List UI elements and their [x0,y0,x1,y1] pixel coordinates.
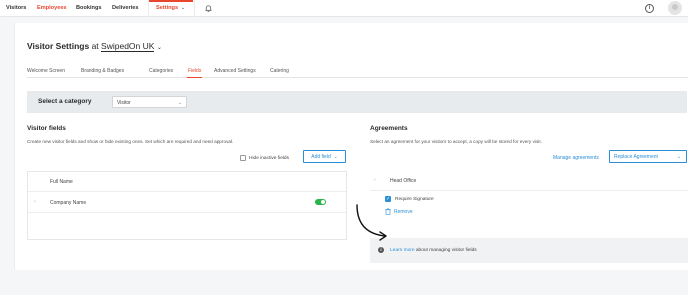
table-row[interactable]: Full Name [28,172,346,192]
require-signature-label: Require Signature [395,197,434,202]
organisation-selector[interactable]: SwipedOn UK [101,41,155,52]
tab-fields[interactable]: Fields [188,68,201,74]
replace-agreement-label: Replace Agreement [614,154,658,160]
nav-bookings[interactable]: Bookings [76,5,101,11]
settings-panel: Visitor Settings at SwipedOn UK ⌄ Welcom… [14,23,688,270]
category-bar: Select a category Visitor ⌄ [27,91,687,113]
chevron-right-icon[interactable]: › [34,199,36,205]
table-row[interactable]: › Company Name [28,193,346,213]
field-name: Company Name [50,200,87,206]
top-navigation: Visitors Employees Bookings Deliveries S… [0,0,688,17]
info-icon: i [378,247,384,253]
info-rest-text: about managing visitor fields [415,248,477,253]
tab-categories[interactable]: Categories [149,68,173,74]
info-icon[interactable]: i [645,4,654,13]
visitor-fields-description: Create new visitor fields and show or hi… [27,139,234,144]
require-signature-checkbox[interactable]: ✓ [385,196,391,202]
annotation-arrow [356,204,387,241]
tab-catering[interactable]: Catering [270,68,289,74]
add-field-button[interactable]: Add field ⌄ [303,150,346,163]
info-banner: i Learn more about managing visitor fiel… [370,238,688,263]
nav-deliveries[interactable]: Deliveries [112,5,138,11]
tab-welcome-screen[interactable]: Welcome Screen [27,68,65,74]
visitor-fields-title: Visitor fields [27,125,66,132]
nav-employees[interactable]: Employees [37,5,67,11]
chevron-down-icon: ⌄ [179,5,186,11]
nav-divider [148,0,149,17]
active-tab-underline [187,77,202,78]
nav-visitors[interactable]: Visitors [6,5,26,11]
chevron-down-icon: ⌄ [332,154,338,160]
fields-table: Full Name › Company Name [27,171,347,240]
bell-icon[interactable] [204,4,213,13]
field-active-toggle[interactable] [315,199,326,205]
replace-agreement-select[interactable]: Replace Agreement ⌄ [609,150,687,163]
learn-more-link[interactable]: Learn more [390,248,415,253]
hide-inactive-checkbox[interactable] [240,155,246,161]
page-title-text: Visitor Settings [27,41,90,51]
tab-advanced-settings[interactable]: Advanced Settings [214,68,256,74]
category-select-value: Visitor [117,100,131,106]
hide-inactive-label: Hide inactive fields [249,156,289,161]
avatar[interactable] [668,1,682,15]
agreement-name: Head Office [390,178,417,184]
page-title-at: at [91,41,99,51]
nav-settings[interactable]: Settings ⌄ [156,5,185,11]
agreement-row[interactable]: › Head Office [370,171,688,191]
tab-branding-badges[interactable]: Branding & Badges [81,68,124,74]
category-select[interactable]: Visitor ⌄ [112,96,187,108]
agreements-description: Select an agreement for your visitors to… [370,139,542,144]
settings-tabs: Welcome Screen Branding & Badges Categor… [27,66,688,78]
nav-settings-label: Settings [156,5,179,11]
remove-agreement-link[interactable]: Remove [394,209,413,215]
category-label: Select a category [38,98,92,105]
nav-active-underline [149,0,193,2]
agreements-title: Agreements [370,125,408,132]
chevron-down-icon[interactable]: ⌄ [157,45,162,51]
manage-agreements-link[interactable]: Manage agreements [553,155,599,161]
chevron-down-icon: ⌄ [177,100,182,106]
nav-divider [194,0,195,17]
page-title: Visitor Settings at SwipedOn UK ⌄ [27,41,162,52]
add-field-label: Add field [311,154,331,160]
info-text: Learn more about managing visitor fields [390,248,477,253]
chevron-down-icon: ⌄ [676,154,681,160]
chevron-right-icon[interactable]: › [374,177,376,183]
field-name: Full Name [50,179,73,185]
